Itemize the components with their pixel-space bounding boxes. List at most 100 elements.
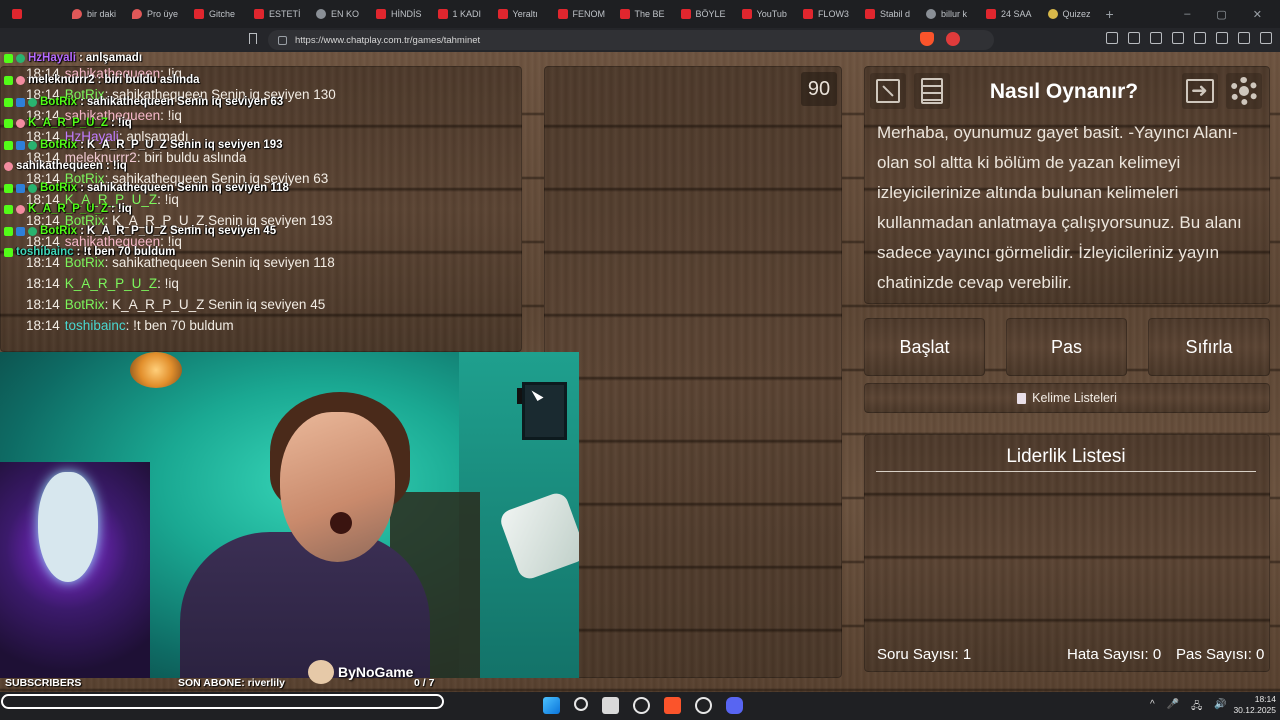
fullscreen-button[interactable] [870,73,906,109]
tab-label: Gitche [209,9,236,19]
browser-tab[interactable]: billur k [918,3,978,25]
ghostface-mask-image [38,472,98,582]
pass-button[interactable]: Pas [1006,318,1127,376]
blue-badge-icon [16,183,25,193]
bookmark-icon[interactable] [249,33,257,44]
scroll-handle[interactable] [517,388,522,404]
tab-label: EN KO [331,9,360,19]
browser-tab[interactable]: HİNDİS [368,3,430,25]
settings-button[interactable] [1226,73,1262,109]
vpn-icon[interactable] [1238,32,1250,44]
minimize-button[interactable]: – [1184,8,1190,20]
brave-shields-icon[interactable] [920,32,934,46]
windows-start-icon[interactable] [543,697,560,714]
maximize-button[interactable]: ▢ [1216,8,1226,21]
search-icon[interactable] [574,697,588,711]
browser-tab[interactable]: Pro üye [124,3,186,25]
browser-tab[interactable]: bir daki [64,3,124,25]
tab-label: bir daki [87,9,117,19]
system-tray: ^ 🎤 🖧 🔊 [1150,699,1227,716]
browser-tab[interactable]: YouTub [734,3,795,25]
chat-message: 18:14 toshibainc: !t ben 70 buldum [26,315,516,336]
overlay-username: toshibainc [16,246,74,258]
streamer-hoodie [180,532,430,678]
tab-label: Pro üye [147,9,179,19]
brave-browser-icon[interactable] [664,697,681,714]
subscribers-label: SUBSCRIBERS [5,677,82,689]
browser-tab[interactable]: BÖYLE [673,3,734,25]
pin-icon [132,9,143,19]
kick-badge-icon [4,183,13,193]
close-button[interactable]: ✕ [1253,8,1262,21]
browser-tab[interactable]: Quizez [1040,3,1100,25]
notes-icon [921,78,943,104]
kick-badge-icon [4,204,13,214]
tab-label: Quizez [1062,9,1091,19]
network-icon[interactable]: 🖧 [1191,699,1202,716]
wallet-icon[interactable] [1194,32,1206,44]
overlay-text: !iq [117,117,132,129]
browser-tab[interactable]: 1 KADI [430,3,490,25]
browser-tab[interactable]: FLOW3 [795,3,857,25]
browser-tab[interactable]: FENOM [550,3,612,25]
browser-tab[interactable] [4,3,64,25]
overlay-separator: : [80,139,84,151]
chatgpt-icon[interactable] [633,697,650,714]
youtube-icon [194,9,205,19]
pink-badge-icon [16,204,25,214]
file-explorer-icon[interactable] [602,697,619,714]
reset-button[interactable]: Sıfırla [1148,318,1270,376]
overlay-chat-message: toshibainc : !t ben 70 buldum [4,246,175,258]
overlay-username: sahikathequeen [16,160,103,172]
last-subscriber: SON ABONE: riverlily [178,677,285,689]
mod-badge-icon [28,140,37,150]
word-lists-button[interactable]: Kelime Listeleri [864,383,1270,413]
tab-label: Stabil d [879,9,910,19]
overlay-separator: : [76,246,81,258]
browser-tab[interactable]: Gitche [186,3,246,25]
taskbar-clock[interactable]: 18:14 30.12.2025 [1222,694,1276,716]
streamer-face [280,412,395,562]
clock-date: 30.12.2025 [1233,705,1276,715]
site-info-icon[interactable] [278,35,287,45]
kick-badge-icon [4,118,13,128]
browser-tab[interactable]: EN KO [308,3,368,25]
new-tab-button[interactable]: + [1106,6,1114,22]
quiz-icon [1047,9,1058,19]
brave-rewards-icon[interactable] [946,32,960,46]
youtube-icon [985,9,996,19]
howto-text: Merhaba, oyunumuz gayet basit. -Yayıncı … [877,123,1242,292]
overlay-username: BotRix [40,225,78,237]
browser-tab[interactable]: The BE [612,3,673,25]
openai-icon [925,9,936,19]
overlay-text: biri buldu aslında [104,74,200,86]
notes-button[interactable] [914,73,950,109]
exit-button[interactable] [1182,73,1218,109]
overlay-chat-message: sahikathequeen : !iq [4,160,127,172]
media-icon[interactable] [1150,32,1162,44]
browser-tab[interactable]: Yeraltı [490,3,550,25]
discord-icon[interactable] [726,697,743,714]
tray-overflow-icon[interactable]: ^ [1150,699,1155,716]
extensions-icon[interactable] [1106,32,1118,44]
menu-icon[interactable] [1260,32,1272,44]
streamer-mouth [330,512,352,534]
overlay-chat-message: BotRix : sahikathequeen Senin iq seviyen… [4,182,289,194]
windows-taskbar: ^ 🎤 🖧 🔊 18:14 30.12.2025 [0,692,1280,720]
url-field[interactable]: https://www.chatplay.com.tr/games/tahmin… [268,30,994,50]
browser-tab[interactable]: 24 SAA [978,3,1040,25]
youtube-icon [619,9,630,19]
browser-icon[interactable] [695,697,712,714]
address-bar: https://www.chatplay.com.tr/games/tahmin… [0,28,1280,52]
kick-badge-icon [4,140,13,150]
tab-label: FENOM [572,9,606,19]
screenshot-icon[interactable] [1128,32,1140,44]
start-button[interactable]: Başlat [864,318,985,376]
microphone-icon[interactable]: 🎤 [1167,699,1179,716]
browser-tab[interactable]: Stabil d [857,3,918,25]
browser-tab[interactable]: ESTETİ [246,3,308,25]
kick-badge-icon [4,53,13,63]
chat-text: !t ben 70 buldum [133,318,234,333]
sidebar-icon[interactable] [1172,32,1184,44]
leo-ai-icon[interactable] [1216,32,1228,44]
